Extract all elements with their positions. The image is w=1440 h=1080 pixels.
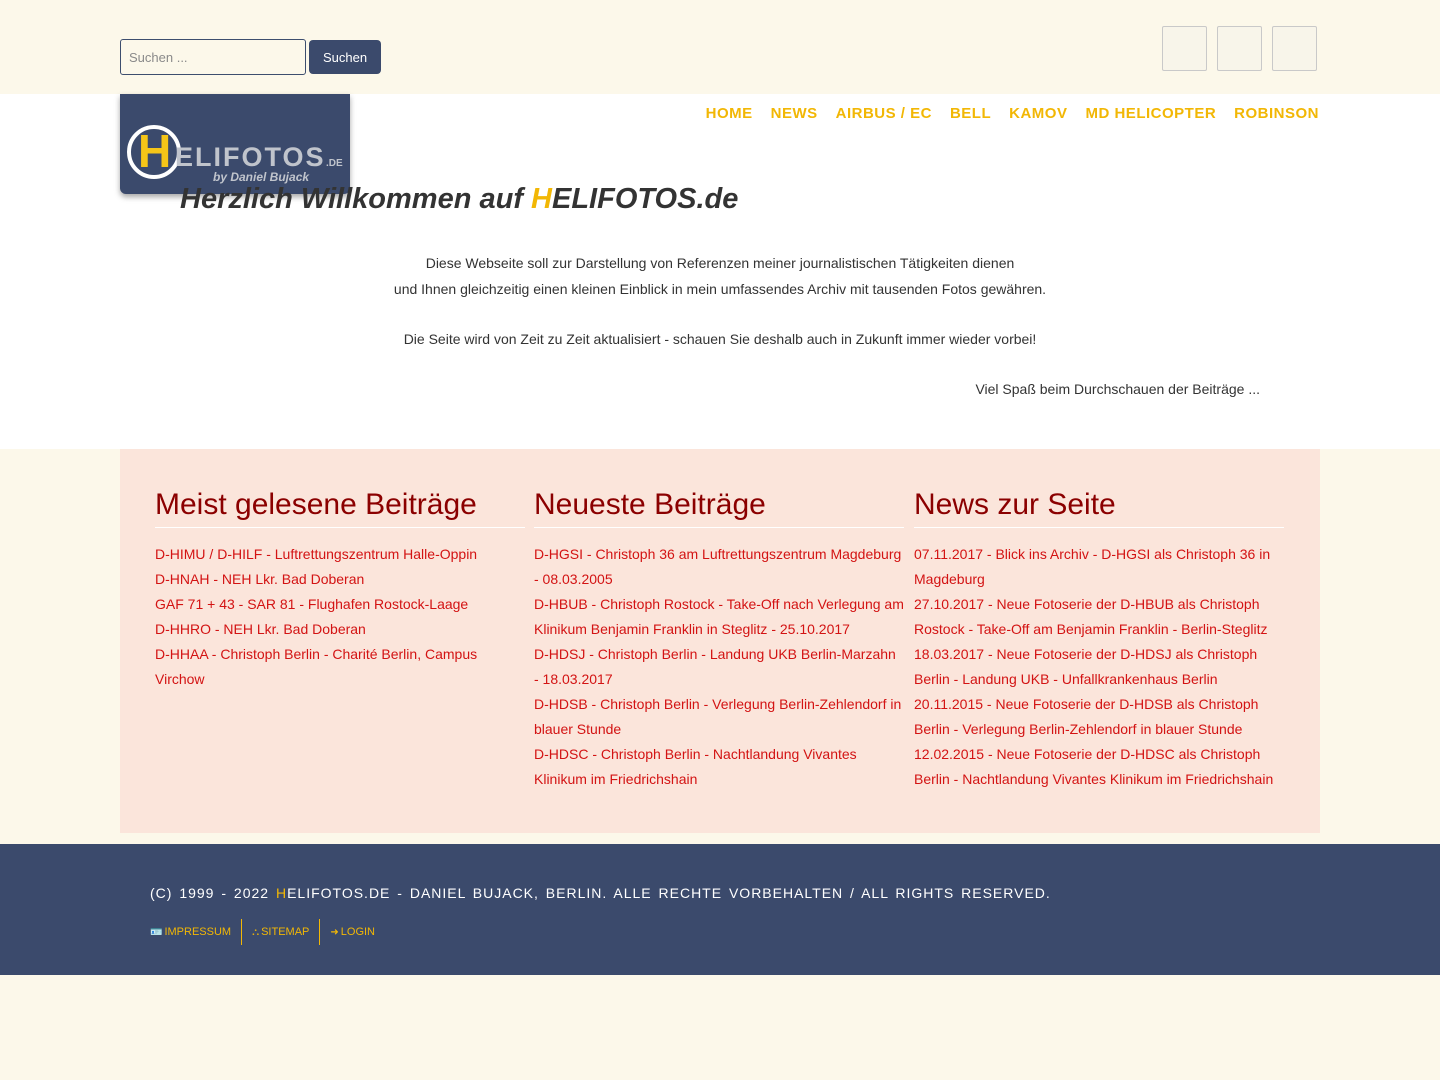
logo-text: ELIFOTOS	[175, 142, 326, 172]
footer-link-sitemap[interactable]: ⛬ Sitemap	[242, 919, 319, 945]
nav-item-robinson[interactable]: Robinson	[1234, 105, 1319, 122]
article-link[interactable]: GAF 71 + 43 - SAR 81 - Flughafen Rostock…	[155, 592, 525, 617]
search-input[interactable]	[120, 39, 306, 75]
footer-link-label: Sitemap	[261, 926, 310, 938]
footer-links: 🪪 Impressum ⛬ Sitemap ➜ Login	[150, 919, 385, 945]
search-button[interactable]: Suchen	[309, 40, 381, 74]
copyright-highlight: H	[275, 885, 288, 901]
footer-link-login[interactable]: ➜ Login	[320, 919, 385, 945]
article-link[interactable]: D-HIMU / D-HILF - Luftrettungszentrum Ha…	[155, 542, 525, 567]
copyright-prefix: (C) 1999 - 2022	[150, 885, 276, 901]
title-rest: ELIFOTOS.de	[551, 183, 739, 215]
intro-line-2: und Ihnen gleichzeitig einen kleinen Ein…	[393, 281, 1047, 297]
article-link[interactable]: D-HNAH - NEH Lkr. Bad Doberan	[155, 567, 525, 592]
article-link[interactable]: D-HGSI - Christoph 36 am Luftrettungszen…	[534, 542, 904, 592]
copyright-rest: ELIFOTOS.DE - DANIEL BUJACK, BERLIN. ALL…	[287, 885, 1051, 901]
login-icon: ➜	[330, 926, 339, 938]
title-prefix: Herzlich Willkommen auf	[180, 183, 532, 215]
intro-line-1: Diese Webseite soll zur Darstellung von …	[425, 255, 1015, 271]
logo-tld: .DE	[326, 158, 343, 169]
article-link[interactable]: D-HDSC - Christoph Berlin - Nachtlandung…	[534, 742, 904, 792]
article-link[interactable]: D-HDSB - Christoph Berlin - Verlegung Be…	[534, 692, 904, 742]
nav-item-airbus[interactable]: Airbus / EC	[836, 105, 932, 122]
nav-item-md-helicopter[interactable]: MD Helicopter	[1085, 105, 1216, 122]
logo-byline: by Daniel Bujack	[213, 170, 310, 184]
column-title: Neueste Beiträge	[534, 488, 904, 528]
news-link[interactable]: 07.11.2017 - Blick ins Archiv - D-HGSI a…	[914, 542, 1284, 592]
sitemap-icon: ⛬	[252, 926, 260, 938]
footer-link-impressum[interactable]: 🪪 Impressum	[150, 919, 241, 945]
news-link[interactable]: 27.10.2017 - Neue Fotoserie der D-HBUB a…	[914, 592, 1284, 642]
title-highlight: H	[531, 183, 552, 215]
article-link[interactable]: D-HBUB - Christoph Rostock - Take-Off na…	[534, 592, 904, 642]
article-link[interactable]: D-HHRO - NEH Lkr. Bad Doberan	[155, 617, 525, 642]
social-icon[interactable]	[1272, 26, 1317, 71]
column-site-news: News zur Seite 07.11.2017 - Blick ins Ar…	[914, 488, 1284, 792]
id-card-icon: 🪪	[150, 926, 163, 938]
article-link[interactable]: D-HDSJ - Christoph Berlin - Landung UKB …	[534, 642, 904, 692]
intro-signoff: Viel Spaß beim Durchschauen der Beiträge…	[975, 381, 1260, 397]
article-link[interactable]: D-HHAA - Christoph Berlin - Charité Berl…	[155, 642, 525, 692]
nav-item-bell[interactable]: Bell	[950, 105, 991, 122]
footer-link-label: Impressum	[164, 926, 232, 938]
social-icon[interactable]	[1217, 26, 1262, 71]
nav-item-news[interactable]: News	[771, 105, 818, 122]
logo-h: H	[138, 125, 172, 177]
column-newest: Neueste Beiträge D-HGSI - Christoph 36 a…	[534, 488, 904, 792]
page-title: Herzlich Willkommen auf HELIFOTOS.de	[180, 183, 738, 216]
news-link[interactable]: 18.03.2017 - Neue Fotoserie der D-HDSJ a…	[914, 642, 1284, 692]
news-link[interactable]: 20.11.2015 - Neue Fotoserie der D-HDSB a…	[914, 692, 1284, 742]
column-most-read: Meist gelesene Beiträge D-HIMU / D-HILF …	[155, 488, 525, 692]
top-bar: Suchen	[0, 0, 1440, 94]
social-icon[interactable]	[1162, 26, 1207, 71]
intro-line-3: Die Seite wird von Zeit zu Zeit aktualis…	[403, 331, 1037, 347]
news-link[interactable]: 12.02.2015 - Neue Fotoserie der D-HDSC a…	[914, 742, 1284, 792]
main-nav: Home News Airbus / EC Bell Kamov MD Heli…	[706, 105, 1319, 122]
column-title: Meist gelesene Beiträge	[155, 488, 525, 528]
footer	[0, 844, 1440, 975]
column-title: News zur Seite	[914, 488, 1284, 528]
site-logo[interactable]: H ELIFOTOS .DE by Daniel Bujack	[120, 94, 350, 194]
footer-link-label: Login	[340, 926, 375, 938]
nav-item-kamov[interactable]: Kamov	[1009, 105, 1067, 122]
nav-item-home[interactable]: Home	[706, 105, 753, 122]
copyright-text: (C) 1999 - 2022 HELIFOTOS.DE - DANIEL BU…	[150, 885, 1051, 901]
